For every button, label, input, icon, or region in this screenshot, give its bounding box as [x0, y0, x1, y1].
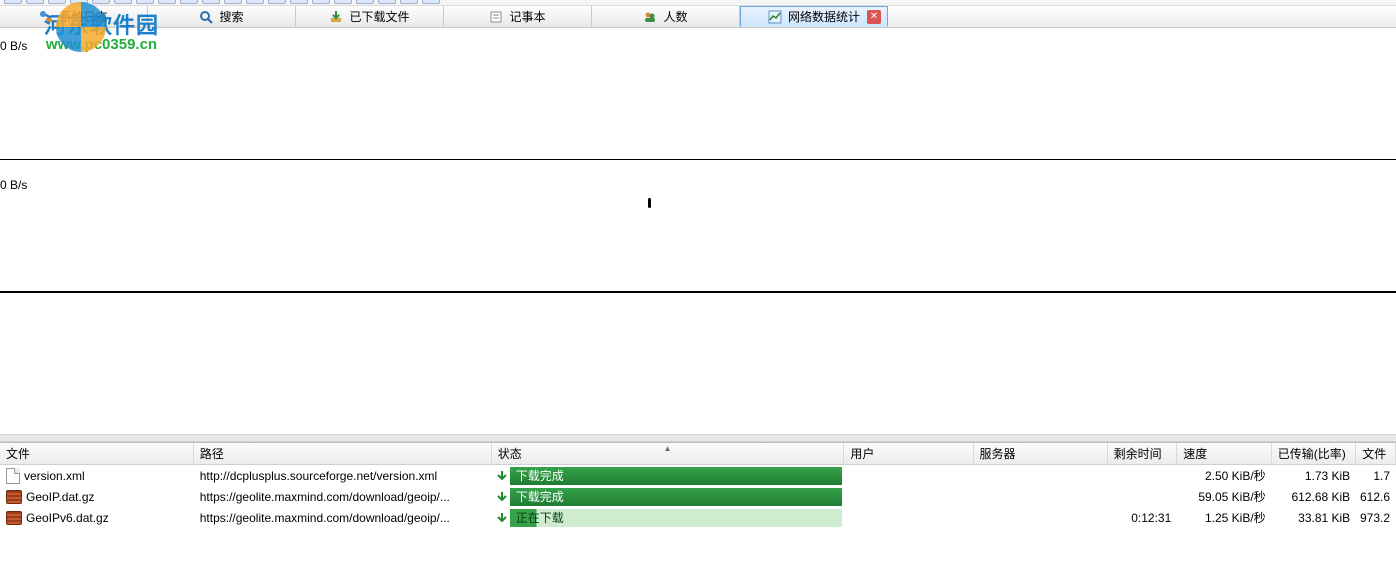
toolbar-button[interactable]	[246, 0, 264, 4]
archive-icon	[6, 511, 22, 525]
tabbar: 系统日志 搜索 已下载文件 记事本 人数 网络数据统计 ✕	[0, 6, 1396, 28]
cell-remain: 0:12:31	[1108, 511, 1178, 525]
col-file[interactable]: 文件	[0, 443, 194, 464]
status-bar: 正在下载	[510, 509, 843, 527]
tab-label: 人数	[663, 8, 687, 25]
toolbar-button[interactable]	[312, 0, 330, 4]
graph-ylabel-1: 0 B/s	[0, 39, 27, 53]
users-icon	[643, 10, 657, 24]
cell-xfer: 33.81 KiB	[1272, 511, 1357, 525]
archive-icon	[6, 490, 22, 504]
toolbar-button[interactable]	[422, 0, 440, 4]
transfers-panel: 文件 路径 状态 ▲ 用户 服务器 剩余时间 速度 已传输(比率) 文件 ver…	[0, 442, 1396, 528]
tab-label: 记事本	[509, 8, 545, 25]
col-path[interactable]: 路径	[194, 443, 492, 464]
file-name: version.xml	[24, 469, 85, 483]
status-text: 下载完成	[516, 467, 564, 484]
toolbar-button[interactable]	[92, 0, 110, 4]
cell-last: 1.7	[1356, 469, 1396, 483]
cell-xfer: 1.73 KiB	[1272, 469, 1357, 483]
tab-downloaded[interactable]: 已下载文件	[296, 6, 444, 27]
tab-netstat[interactable]: 网络数据统计 ✕	[740, 6, 888, 27]
chart-icon	[768, 10, 782, 24]
toolbar-button[interactable]	[202, 0, 220, 4]
transfers-header: 文件 路径 状态 ▲ 用户 服务器 剩余时间 速度 已传输(比率) 文件	[0, 443, 1396, 465]
horizontal-splitter[interactable]	[0, 434, 1396, 442]
graph-tick	[648, 198, 651, 208]
col-server[interactable]: 服务器	[974, 443, 1108, 464]
cell-last: 973.2	[1356, 511, 1396, 525]
col-status-label: 状态	[498, 445, 522, 462]
toolbar-button[interactable]	[356, 0, 374, 4]
col-user[interactable]: 用户	[844, 443, 973, 464]
transfers-body: version.xml http://dcplusplus.sourceforg…	[0, 465, 1396, 528]
toolbar-button[interactable]	[378, 0, 396, 4]
cell-file: GeoIP.dat.gz	[0, 490, 194, 504]
toolbar-button[interactable]	[136, 0, 154, 4]
status-text: 正在下载	[516, 509, 564, 526]
file-name: GeoIP.dat.gz	[26, 490, 95, 504]
graph-pane-upload: 0 B/s	[0, 28, 1396, 160]
toolbar-button[interactable]	[180, 0, 198, 4]
cell-file: GeoIPv6.dat.gz	[0, 511, 194, 525]
cell-last: 612.6	[1356, 490, 1396, 504]
toolbar-button[interactable]	[26, 0, 44, 4]
toolbar-button[interactable]	[224, 0, 242, 4]
col-speed[interactable]: 速度	[1177, 443, 1271, 464]
cell-speed: 1.25 KiB/秒	[1177, 509, 1271, 526]
search-icon	[199, 10, 213, 24]
file-icon	[6, 468, 20, 484]
tab-label: 系统日志	[59, 8, 107, 25]
download-arrow-icon	[494, 468, 510, 484]
col-remain[interactable]: 剩余时间	[1108, 443, 1178, 464]
col-xfer[interactable]: 已传输(比率)	[1272, 443, 1357, 464]
col-status[interactable]: 状态 ▲	[492, 443, 845, 464]
table-row[interactable]: GeoIP.dat.gz https://geolite.maxmind.com…	[0, 486, 1396, 507]
toolbar-button[interactable]	[400, 0, 418, 4]
status-text: 下载完成	[516, 488, 564, 505]
graph-ylabel-2: 0 B/s	[0, 178, 27, 192]
toolbar-button[interactable]	[114, 0, 132, 4]
cell-path: https://geolite.maxmind.com/download/geo…	[194, 490, 492, 504]
cell-path: http://dcplusplus.sourceforge.net/versio…	[194, 469, 492, 483]
tab-label: 网络数据统计	[788, 8, 860, 25]
cell-speed: 2.50 KiB/秒	[1177, 467, 1271, 484]
tab-label: 已下载文件	[349, 8, 409, 25]
cell-path: https://geolite.maxmind.com/download/geo…	[194, 511, 492, 525]
status-bar: 下载完成	[510, 467, 843, 485]
cell-xfer: 612.68 KiB	[1272, 490, 1357, 504]
toolbar-button[interactable]	[334, 0, 352, 4]
sort-indicator-icon: ▲	[664, 444, 672, 453]
cell-status: 下载完成	[492, 488, 845, 506]
network-graph: 0 B/s 0 B/s	[0, 28, 1396, 292]
graph-lower-blank	[0, 292, 1396, 434]
tab-notepad[interactable]: 记事本	[444, 6, 592, 27]
graph-pane-download: 0 B/s	[0, 160, 1396, 292]
toolbar-button[interactable]	[4, 0, 22, 4]
tab-label: 搜索	[219, 8, 243, 25]
download-arrow-icon	[494, 510, 510, 526]
download-arrow-icon	[494, 489, 510, 505]
cell-file: version.xml	[0, 468, 194, 484]
col-last[interactable]: 文件	[1356, 443, 1396, 464]
cell-status: 下载完成	[492, 467, 845, 485]
tab-search[interactable]: 搜索	[148, 6, 296, 27]
table-row[interactable]: version.xml http://dcplusplus.sourceforg…	[0, 465, 1396, 486]
log-icon	[39, 10, 53, 24]
download-icon	[329, 10, 343, 24]
status-bar: 下载完成	[510, 488, 843, 506]
toolbar-button[interactable]	[158, 0, 176, 4]
cell-speed: 59.05 KiB/秒	[1177, 488, 1271, 505]
tab-users[interactable]: 人数	[592, 6, 740, 27]
toolbar-button[interactable]	[290, 0, 308, 4]
notepad-icon	[489, 10, 503, 24]
toolbar-button[interactable]	[268, 0, 286, 4]
close-icon[interactable]: ✕	[867, 10, 881, 24]
table-row[interactable]: GeoIPv6.dat.gz https://geolite.maxmind.c…	[0, 507, 1396, 528]
toolbar-button[interactable]	[70, 0, 88, 4]
cell-status: 正在下载	[492, 509, 845, 527]
toolbar-button[interactable]	[48, 0, 66, 4]
file-name: GeoIPv6.dat.gz	[26, 511, 109, 525]
tab-syslog[interactable]: 系统日志	[0, 6, 148, 27]
